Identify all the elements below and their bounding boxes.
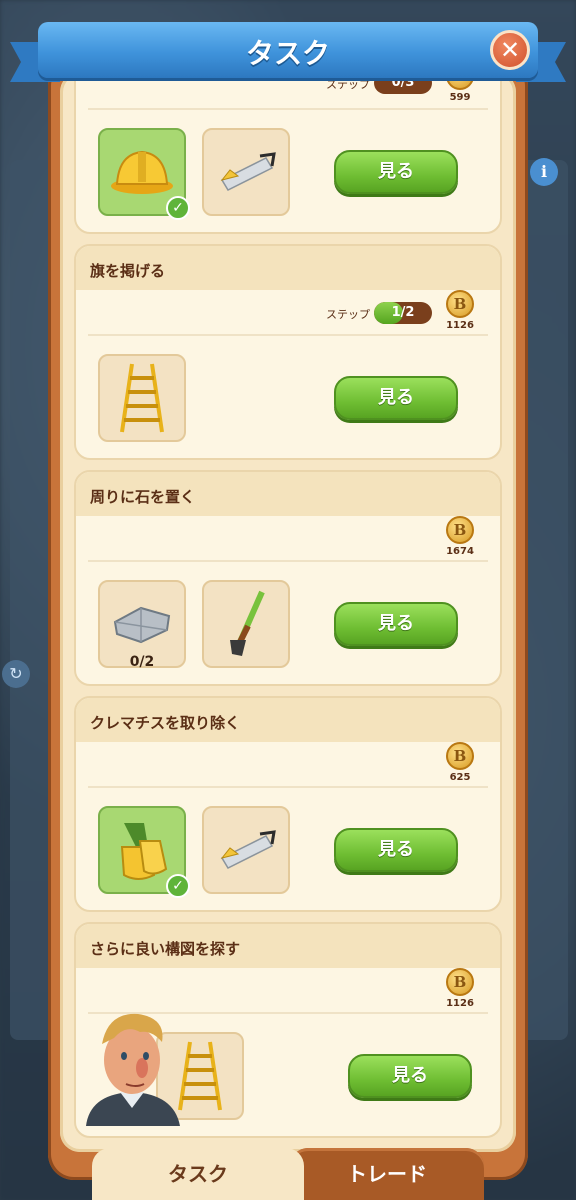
reward-value: 625 (449, 772, 471, 783)
coin-icon: B (446, 290, 474, 318)
reward-value: 1674 (446, 546, 474, 557)
gloves-icon (120, 823, 168, 880)
required-item[interactable]: 0/2 (98, 580, 186, 670)
step-progress-pill: 1/2 (374, 302, 432, 324)
task-list-panel: ステップ 0/3 B 599 ✓ 見る 旗を掲げる ステップ 1/2 B 112… (60, 72, 516, 1152)
tab-tasks[interactable]: タスク (92, 1148, 304, 1200)
required-item[interactable] (202, 580, 290, 668)
task-card: クレマチスを取り除く B 625 ✓ 見る (74, 696, 502, 912)
task-title: さらに良い構図を探す (76, 924, 500, 968)
coin-icon: B (446, 968, 474, 996)
task-body: 0/2 見る (76, 562, 500, 684)
hoe-icon (230, 590, 265, 656)
see-button[interactable]: 見る (334, 376, 458, 420)
required-item[interactable]: ✓ (98, 806, 190, 898)
page-title: タスク (245, 37, 330, 70)
info-icon[interactable]: i (530, 158, 558, 186)
task-meta: B 625 (88, 742, 488, 788)
ladder-icon (178, 1041, 222, 1111)
coin-icon: B (446, 516, 474, 544)
step-label: ステップ (326, 308, 370, 321)
step-progress-text: 1/2 (391, 305, 415, 320)
task-card: 周りに石を置く B 1674 0/2 見る (74, 470, 502, 686)
refresh-icon[interactable]: ↻ (2, 660, 30, 688)
check-icon: ✓ (166, 196, 190, 220)
required-item[interactable]: ✓ (98, 128, 190, 220)
see-button[interactable]: 見る (334, 150, 458, 194)
see-button[interactable]: 見る (334, 828, 458, 872)
task-card: 旗を掲げる ステップ 1/2 B 1126 見る (74, 244, 502, 460)
close-button[interactable]: ✕ (490, 30, 530, 70)
required-item[interactable] (98, 354, 186, 442)
saw-icon (220, 830, 276, 869)
tab-trade[interactable]: トレード (290, 1148, 484, 1200)
hard-hat-icon (111, 150, 173, 194)
check-icon: ✓ (166, 874, 190, 898)
task-body: 見る (76, 336, 500, 458)
task-meta: B 1674 (88, 516, 488, 562)
reward-value: 1126 (446, 998, 474, 1009)
task-title: 周りに石を置く (76, 472, 500, 516)
see-button[interactable]: 見る (334, 602, 458, 646)
close-icon: ✕ (499, 36, 521, 64)
saw-icon (220, 152, 276, 191)
task-list[interactable]: ステップ 0/3 B 599 ✓ 見る 旗を掲げる ステップ 1/2 B 112… (74, 72, 502, 1148)
task-title: クレマチスを取り除く (76, 698, 500, 742)
required-item[interactable] (202, 128, 290, 216)
task-card: ステップ 0/3 B 599 ✓ 見る (74, 72, 502, 234)
see-button[interactable]: 見る (348, 1054, 472, 1098)
stone-slab-icon (113, 606, 171, 644)
task-body: ✓ 見る (76, 110, 500, 232)
task-meta: ステップ 1/2 B 1126 (88, 290, 488, 336)
character-avatar (86, 1013, 180, 1126)
reward-value: 599 (449, 92, 471, 103)
task-title: 旗を掲げる (76, 246, 500, 290)
step-label: ステップ (326, 78, 370, 91)
ladder-icon (120, 363, 164, 433)
required-item[interactable] (202, 806, 290, 894)
reward-value: 1126 (446, 320, 474, 331)
coin-icon: B (446, 742, 474, 770)
header-ribbon: タスク (38, 22, 538, 78)
task-body: ✓ 見る (76, 788, 500, 910)
item-count: 0/2 (129, 654, 155, 670)
